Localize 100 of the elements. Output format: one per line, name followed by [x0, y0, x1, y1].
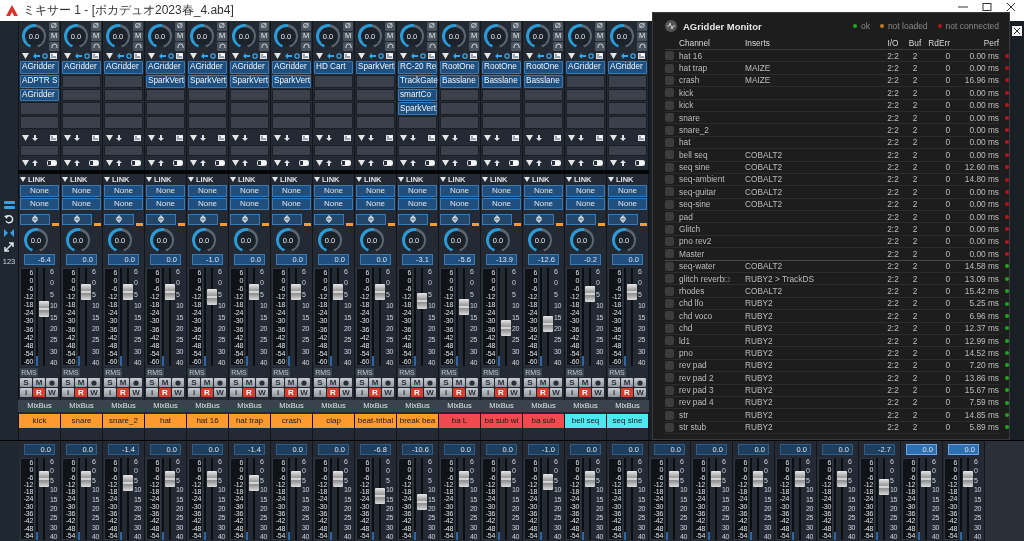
- dropdown-icon[interactable]: [610, 53, 617, 59]
- record-enable-button[interactable]: [424, 378, 436, 387]
- send-selector[interactable]: None: [566, 185, 605, 197]
- circle-icon[interactable]: [42, 53, 48, 59]
- channel-mode-button[interactable]: [188, 213, 218, 225]
- channel-button[interactable]: M: [159, 378, 171, 387]
- dropdown-icon[interactable]: [526, 160, 533, 166]
- fader-handle[interactable]: [249, 284, 259, 301]
- dropdown-icon[interactable]: [274, 160, 281, 166]
- channel-button[interactable]: W: [214, 388, 226, 397]
- arrow-up-icon[interactable]: [158, 160, 164, 166]
- record-enable-button[interactable]: [46, 378, 58, 387]
- channel-button[interactable]: S: [440, 378, 452, 387]
- insert-slot[interactable]: RootOne: [440, 61, 479, 74]
- circle-icon[interactable]: [504, 53, 510, 59]
- window-icon[interactable]: [302, 135, 309, 141]
- window-icon[interactable]: [344, 53, 351, 59]
- arrow-left-icon[interactable]: [117, 53, 124, 59]
- arrow-left-icon[interactable]: [621, 53, 628, 59]
- channel-button[interactable]: R: [285, 388, 297, 397]
- channel-mode-button[interactable]: [524, 213, 554, 225]
- channel-button[interactable]: S: [104, 378, 116, 387]
- channel-button[interactable]: M: [411, 378, 423, 387]
- channel-button[interactable]: W: [550, 388, 562, 397]
- send-selector[interactable]: None: [356, 185, 395, 197]
- lanes-icon[interactable]: [3, 201, 15, 209]
- dropdown-icon[interactable]: [526, 135, 533, 141]
- headphones-button[interactable]: [133, 41, 143, 51]
- window-icon[interactable]: [50, 135, 57, 141]
- channel-mode-button[interactable]: [146, 213, 176, 225]
- channel-button[interactable]: S: [62, 378, 74, 387]
- send-selector[interactable]: None: [104, 198, 143, 210]
- toggle-icon[interactable]: [89, 160, 99, 166]
- channel-button[interactable]: M: [579, 378, 591, 387]
- fader-handle[interactable]: [921, 471, 931, 488]
- dropdown-icon[interactable]: [148, 135, 155, 141]
- arrow-down-icon[interactable]: [536, 135, 542, 141]
- send-selector[interactable]: None: [20, 198, 59, 210]
- arrow-down-icon[interactable]: [410, 135, 416, 141]
- circle-icon[interactable]: [84, 53, 90, 59]
- channel-button[interactable]: M: [621, 378, 633, 387]
- arrow-up-icon[interactable]: [32, 160, 38, 166]
- channel-name[interactable]: crash: [271, 414, 312, 428]
- send-selector[interactable]: None: [482, 198, 521, 210]
- circle-icon[interactable]: [126, 53, 132, 59]
- toggle-icon[interactable]: [635, 160, 645, 166]
- checkbox[interactable]: [665, 212, 674, 222]
- circle-icon[interactable]: [210, 53, 216, 59]
- checkbox[interactable]: [665, 274, 674, 284]
- arrow-down-icon[interactable]: [116, 135, 122, 141]
- channel-button[interactable]: W: [424, 388, 436, 397]
- arrow-up-icon[interactable]: [368, 160, 374, 166]
- dropdown-icon[interactable]: [64, 160, 71, 166]
- toggle-icon[interactable]: [47, 160, 57, 166]
- dropdown-icon[interactable]: [106, 53, 113, 59]
- channel-button[interactable]: i: [398, 388, 410, 397]
- arrow-up-icon[interactable]: [242, 160, 248, 166]
- insert-slot[interactable]: smartCo: [398, 88, 437, 102]
- dropdown-icon[interactable]: [274, 53, 281, 59]
- checkbox[interactable]: [665, 323, 674, 333]
- fader-handle[interactable]: [585, 286, 595, 303]
- channel-button[interactable]: R: [33, 388, 45, 397]
- arrow-up-icon[interactable]: [452, 160, 458, 166]
- checkbox[interactable]: [665, 224, 674, 234]
- channel-button[interactable]: R: [327, 388, 339, 397]
- dropdown-icon[interactable]: [232, 160, 239, 166]
- arrow-down-icon[interactable]: [158, 135, 164, 141]
- channel-button[interactable]: R: [117, 388, 129, 397]
- channel-button[interactable]: M: [243, 378, 255, 387]
- record-enable-button[interactable]: [88, 378, 100, 387]
- send-selector[interactable]: None: [398, 198, 437, 210]
- toggle-icon[interactable]: [509, 160, 519, 166]
- channel-button[interactable]: S: [566, 378, 578, 387]
- collapse-icon[interactable]: [4, 229, 14, 237]
- window-icon[interactable]: [176, 135, 183, 141]
- fader-handle[interactable]: [795, 471, 805, 488]
- checkbox[interactable]: [665, 249, 674, 259]
- send-selector[interactable]: None: [146, 185, 185, 197]
- dropdown-icon[interactable]: [400, 160, 407, 166]
- insert-slot[interactable]: AGridder: [566, 61, 605, 74]
- window-icon[interactable]: [260, 53, 267, 59]
- channel-button[interactable]: i: [566, 388, 578, 397]
- fader-handle[interactable]: [837, 471, 847, 488]
- insert-slot[interactable]: AGridder: [62, 61, 101, 74]
- dropdown-icon[interactable]: [610, 160, 617, 166]
- arrow-up-icon[interactable]: [536, 160, 542, 166]
- channel-button[interactable]: i: [608, 388, 620, 397]
- channel-button[interactable]: W: [466, 388, 478, 397]
- channel-button[interactable]: R: [201, 388, 213, 397]
- channel-button[interactable]: W: [340, 388, 352, 397]
- fader-handle[interactable]: [459, 299, 469, 316]
- dropdown-icon[interactable]: [190, 160, 197, 166]
- window-icon[interactable]: [512, 53, 519, 59]
- fader-handle[interactable]: [165, 471, 175, 488]
- arrow-left-icon[interactable]: [159, 53, 166, 59]
- send-selector[interactable]: None: [230, 198, 269, 210]
- send-selector[interactable]: None: [272, 185, 311, 197]
- close-icon[interactable]: [1006, 3, 1016, 11]
- circle-icon[interactable]: [252, 53, 258, 59]
- toggle-icon[interactable]: [341, 160, 351, 166]
